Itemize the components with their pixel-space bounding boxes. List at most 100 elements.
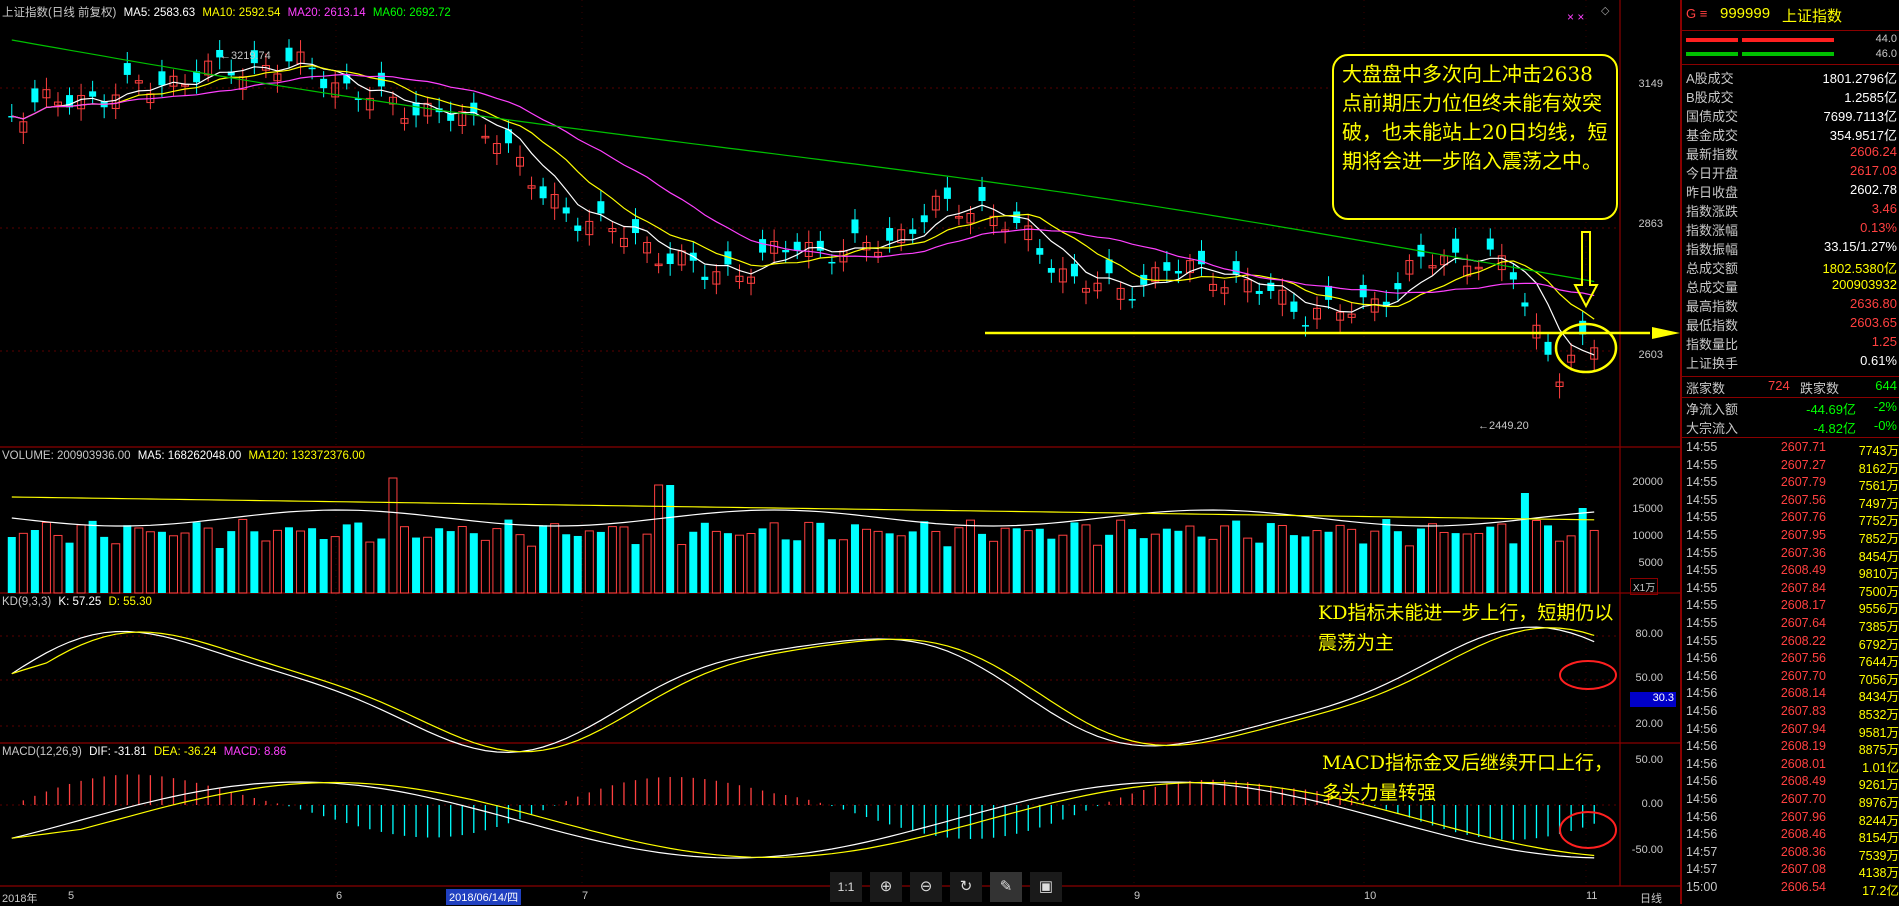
volume-bar [435,528,444,593]
tick-row: 14:55 2607.27 8162万 [1682,458,1899,476]
volume-bar [1255,542,1264,593]
zoom-reset-button[interactable]: 1:1 [830,872,862,902]
volume-bar [1462,533,1472,594]
tick-price: 2607.56 [1780,492,1826,507]
chart-options-icon[interactable]: ◇ [1601,4,1609,17]
volume-bar [168,535,178,594]
volume-bar [1428,523,1438,594]
volume-bar [1174,530,1183,593]
x-axis-month: 7 [582,890,589,902]
stat-row: 上证换手 0.61% [1686,353,1897,373]
tick-row: 14:55 2607.79 7561万 [1682,475,1899,493]
volume-bar [272,529,282,594]
stat-value: 3.46 [1871,201,1897,216]
stat-label: 指数振幅 [1686,242,1739,257]
candle-body [1486,238,1494,250]
volume-header: VOLUME: 200903936.00 MA5: 168262048.00 M… [2,450,369,462]
tick-price: 2607.79 [1780,475,1826,490]
tick-volume: 7752万 [1858,514,1899,529]
volume-bar [1451,533,1460,593]
ratio-bar-red [1686,38,1738,42]
tick-row: 14:56 2608.01 1.01亿 [1682,757,1899,775]
volume-bar [446,531,455,593]
stat-row: 总成交额 1802.5380亿 [1686,258,1897,278]
tick-volume: 9810万 [1858,567,1899,582]
tick-time: 14:55 [1686,528,1718,542]
kd-focus-circle [1559,660,1617,690]
tick-price: 2607.70 [1780,792,1826,806]
fall-value: 644 [1875,378,1897,393]
kline-chart-area[interactable]: 上证指数(日线 前复权) MA5: 2583.63 MA10: 2592.54 … [0,0,1680,905]
stat-label: B股成交 [1686,90,1734,105]
tick-volume: 7644万 [1858,655,1899,670]
candle-body [412,102,420,116]
tick-row: 15:00 2606.54 17.2亿 [1682,880,1899,898]
tick-time: 14:55 [1686,633,1718,648]
tick-row: 14:55 2607.36 8454万 [1682,546,1899,564]
tick-volume: 8532万 [1858,708,1899,722]
tick-volume: 8976万 [1858,796,1899,810]
save-button[interactable]: ▣ [1030,872,1062,902]
stat-label: 今日开盘 [1686,166,1739,181]
tick-row: 14:56 2608.19 8875万 [1682,739,1899,757]
cursor-date-label: 2018/06/14/四 [446,889,522,905]
candle-body [1232,261,1240,275]
candle-body [909,229,917,234]
volume-bar [1058,534,1068,594]
stat-row: 最高指数 2636.80 [1686,296,1897,316]
candle-body [89,91,97,97]
volume-bar [1497,523,1507,594]
macd-dif-value: DIF: -31.81 [89,746,147,758]
candle-body [666,253,674,265]
candle-body [1452,238,1460,253]
candle-body [782,250,790,253]
volume-bar [781,539,790,593]
candle-body [574,225,582,231]
volume-bar [145,531,155,594]
stat-label: 指数量比 [1686,337,1739,352]
volume-bar [862,528,872,594]
tick-price: 2607.71 [1780,440,1826,454]
candle-body [1301,325,1309,327]
volume-bar [1359,543,1368,593]
flow-pct: -0% [1873,418,1897,433]
volume-bar [1116,519,1126,594]
refresh-button[interactable]: ↻ [950,872,982,902]
volume-value: VOLUME: 200903936.00 [2,450,131,462]
volume-bar [734,534,744,594]
zoom-out-button[interactable]: ⊖ [910,872,942,902]
volume-bar [1139,538,1148,593]
x-axis-month: 9 [1134,890,1141,902]
tick-volume: 6792万 [1858,637,1899,652]
kd-k-value: K: 57.25 [58,596,102,608]
tick-volume: 7385万 [1858,620,1899,634]
tick-volume: 9556万 [1858,602,1899,617]
stat-row: 指数涨跌 3.46 [1686,201,1897,221]
stat-row: 国债成交 7699.7113亿 [1686,106,1897,126]
tick-row: 14:57 2608.36 7539万 [1682,845,1899,863]
tick-row: 14:55 2608.49 9810万 [1682,563,1899,581]
stat-value: 2603.65 [1850,315,1897,330]
tick-price: 2607.95 [1780,528,1826,542]
candle-body [978,186,986,201]
clear-button[interactable]: ✎ [990,872,1022,902]
candle-body [943,187,951,199]
stat-row: 基金成交 354.9517亿 [1686,125,1897,145]
volume-bar [1370,530,1380,594]
tick-price: 2607.94 [1780,721,1826,736]
zoom-in-button[interactable]: ⊕ [870,872,902,902]
volume-bar [920,521,929,593]
chart-close-marks[interactable]: × × [1567,10,1584,24]
x-axis-month: 11 [1586,890,1598,902]
flow-label: 大宗流入 [1686,421,1739,436]
market-g-icon[interactable]: G ≡ [1686,6,1707,21]
candle-body [1325,285,1333,300]
tick-volume: 9581万 [1858,725,1899,740]
volume-bar [689,531,698,593]
tick-price: 2608.19 [1780,739,1826,754]
tick-volume: 9261万 [1858,778,1899,793]
volume-bar [1220,525,1230,594]
ratio-bar-green [1742,52,1834,56]
stat-value: 2602.78 [1850,182,1897,197]
tick-price: 2606.54 [1780,880,1826,894]
